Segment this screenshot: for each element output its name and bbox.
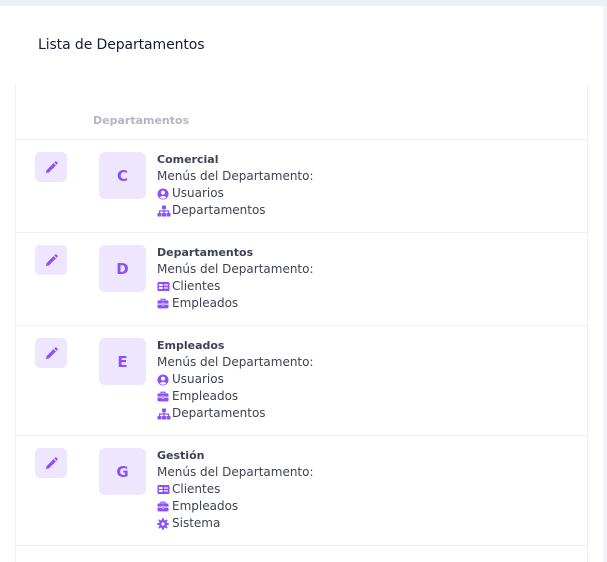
edit-button[interactable] bbox=[35, 152, 67, 182]
table-row: G Gestión Menús del Departamento: Client… bbox=[16, 436, 587, 546]
edit-button[interactable] bbox=[35, 245, 67, 275]
id-card-icon bbox=[157, 281, 172, 292]
edit-cell bbox=[16, 436, 99, 478]
gear-icon bbox=[157, 517, 172, 530]
briefcase-icon bbox=[157, 391, 172, 402]
menu-item-label: Departamentos bbox=[172, 406, 266, 420]
departments-table: Departamentos C Comercial Menús del Depa… bbox=[15, 84, 588, 562]
menu-item-label: Empleados bbox=[172, 499, 239, 513]
menu-item: Usuarios bbox=[157, 185, 314, 202]
department-info: Comercial Menús del Departamento: Usuari… bbox=[157, 140, 314, 219]
department-info: Departamentos Menús del Departamento: Cl… bbox=[157, 233, 314, 312]
menu-item-label: Empleados bbox=[172, 389, 239, 403]
briefcase-icon bbox=[157, 298, 172, 309]
menu-item: Departamentos bbox=[157, 202, 314, 219]
sitemap-icon bbox=[157, 408, 172, 420]
department-name: Comercial bbox=[157, 153, 219, 166]
menus-label: Menús del Departamento: bbox=[157, 355, 314, 369]
menu-item: Clientes bbox=[157, 278, 314, 295]
department-avatar: G bbox=[99, 448, 146, 495]
menu-item: Empleados bbox=[157, 498, 314, 515]
edit-cell bbox=[16, 233, 99, 275]
department-rows: C Comercial Menús del Departamento: Usua… bbox=[16, 140, 587, 546]
menu-item: Empleados bbox=[157, 295, 314, 312]
menus-label: Menús del Departamento: bbox=[157, 169, 314, 183]
briefcase-icon bbox=[157, 501, 172, 512]
menu-item: Departamentos bbox=[157, 405, 314, 422]
menu-item: Usuarios bbox=[157, 371, 314, 388]
table-row: D Departamentos Menús del Departamento: … bbox=[16, 233, 587, 326]
edit-cell bbox=[16, 140, 99, 182]
edit-button[interactable] bbox=[35, 448, 67, 478]
menu-item-label: Usuarios bbox=[172, 372, 224, 386]
card-header: Lista de Departamentos bbox=[0, 6, 603, 84]
pencil-icon bbox=[45, 160, 58, 174]
page-title: Lista de Departamentos bbox=[38, 37, 205, 53]
user-circle-icon bbox=[157, 188, 172, 200]
department-name: Gestión bbox=[157, 449, 205, 462]
department-avatar: E bbox=[99, 338, 146, 385]
department-avatar: C bbox=[99, 152, 146, 199]
menu-item-label: Usuarios bbox=[172, 186, 224, 200]
menus-label: Menús del Departamento: bbox=[157, 262, 314, 276]
department-name: Empleados bbox=[157, 339, 225, 352]
department-avatar: D bbox=[99, 245, 146, 292]
departments-card: Lista de Departamentos Departamentos C C… bbox=[0, 6, 603, 562]
column-header-departments: Departamentos bbox=[16, 84, 587, 140]
menu-item-label: Sistema bbox=[172, 516, 221, 530]
pencil-icon bbox=[45, 346, 58, 360]
id-card-icon bbox=[157, 484, 172, 495]
department-name: Departamentos bbox=[157, 246, 254, 259]
menu-item: Clientes bbox=[157, 481, 314, 498]
department-info: Gestión Menús del Departamento: Clientes… bbox=[157, 436, 314, 532]
menu-item-label: Empleados bbox=[172, 296, 239, 310]
user-circle-icon bbox=[157, 374, 172, 386]
sitemap-icon bbox=[157, 205, 172, 217]
edit-button[interactable] bbox=[35, 338, 67, 368]
menu-item-label: Clientes bbox=[172, 279, 221, 293]
edit-cell bbox=[16, 326, 99, 368]
table-row: C Comercial Menús del Departamento: Usua… bbox=[16, 140, 587, 233]
pencil-icon bbox=[45, 253, 58, 267]
menu-item: Sistema bbox=[157, 515, 314, 532]
menu-item-label: Departamentos bbox=[172, 203, 266, 217]
table-row: E Empleados Menús del Departamento: Usua… bbox=[16, 326, 587, 436]
department-info: Empleados Menús del Departamento: Usuari… bbox=[157, 326, 314, 422]
menu-item-label: Clientes bbox=[172, 482, 221, 496]
menus-label: Menús del Departamento: bbox=[157, 465, 314, 479]
pencil-icon bbox=[45, 456, 58, 470]
menu-item: Empleados bbox=[157, 388, 314, 405]
